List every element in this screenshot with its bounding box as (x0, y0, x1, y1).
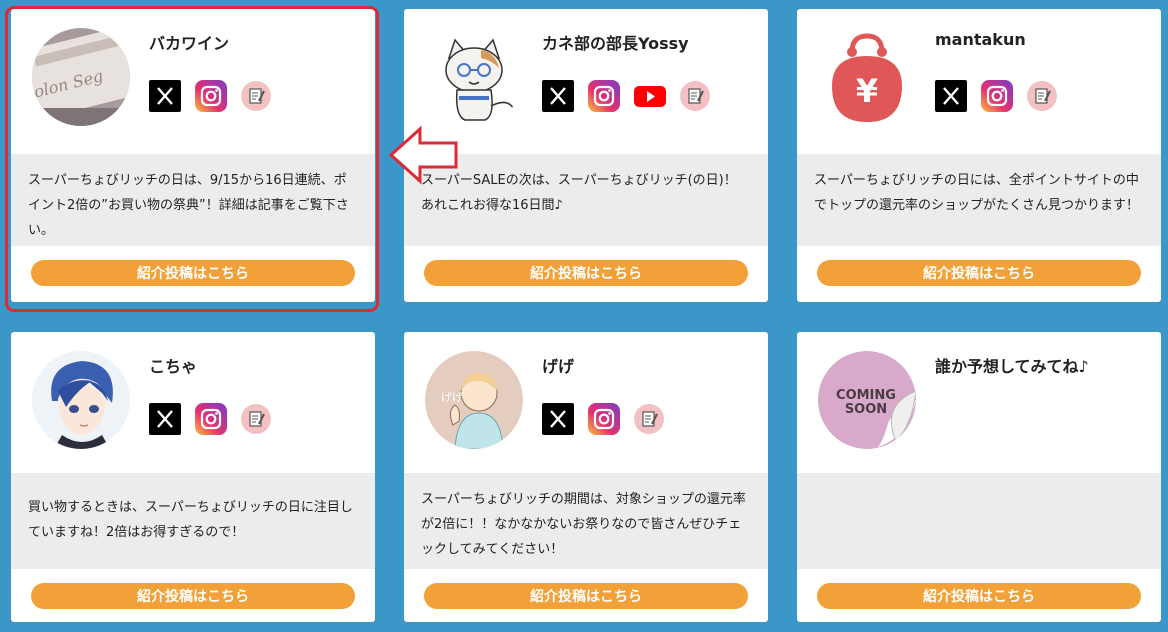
left-arrow-icon (388, 125, 458, 185)
avatar: olon Seg (32, 28, 130, 126)
profile-card-kocha: こちゃ 買い物するときは、スーパーちょびリッチの日に注目していますね！2倍はお得… (11, 332, 375, 622)
card-name: げげ (542, 357, 575, 376)
card-name: カネ部の部長Yossy (542, 34, 689, 53)
card-name: 誰か予想してみてね♪ (935, 357, 1089, 376)
x-icon[interactable] (149, 403, 181, 435)
youtube-icon[interactable] (634, 80, 666, 112)
card-description: スーパーちょびリッチの日は、9/15から16日連続、ポイント2倍の”お買い物の祭… (11, 154, 375, 246)
note-icon[interactable] (1027, 80, 1059, 112)
avatar-label-text: げげ (441, 391, 463, 404)
card-name: バカワイン (149, 34, 230, 53)
instagram-icon[interactable] (588, 403, 620, 435)
instagram-icon[interactable] (195, 80, 227, 112)
avatar: げげ (425, 351, 523, 449)
x-icon[interactable] (542, 80, 574, 112)
card-description: 買い物するときは、スーパーちょびリッチの日に注目していますね！2倍はお得すぎるの… (11, 473, 375, 569)
x-icon[interactable] (542, 403, 574, 435)
card-description-text: スーパーSALEの次は、スーパーちょびリッチ(の日)！ あれこれお得な16日間♪ (421, 173, 737, 213)
card-description (797, 473, 1161, 569)
yen-text: ¥ (856, 72, 878, 110)
intro-post-button[interactable]: 紹介投稿はこちら (31, 260, 355, 286)
note-icon[interactable] (634, 403, 666, 435)
card-name: mantakun (935, 30, 1026, 49)
soon-text: SOON (845, 402, 887, 417)
note-icon[interactable] (680, 80, 712, 112)
card-description: スーパーちょびリッチの期間は、対象ショップの還元率が2倍に！！なかなかないお祭り… (404, 473, 768, 569)
intro-post-button[interactable]: 紹介投稿はこちら (817, 583, 1141, 609)
intro-post-button[interactable]: 紹介投稿はこちら (817, 260, 1141, 286)
avatar: COMING SOON (818, 351, 916, 449)
profile-card-coming-soon: COMING SOON 誰か予想してみてね♪ 紹介投稿はこちら (797, 332, 1161, 622)
intro-post-button[interactable]: 紹介投稿はこちら (424, 583, 748, 609)
x-icon[interactable] (935, 80, 967, 112)
intro-post-button[interactable]: 紹介投稿はこちら (31, 583, 355, 609)
note-icon[interactable] (241, 80, 273, 112)
x-icon[interactable] (149, 80, 181, 112)
avatar: ¥ (818, 28, 916, 126)
profile-card-bakawine: olon Seg バカワイン スーパーちょびリッチの日は、9/15から16日連続… (11, 9, 375, 302)
instagram-icon[interactable] (981, 80, 1013, 112)
intro-post-button[interactable]: 紹介投稿はこちら (424, 260, 748, 286)
profile-card-mantakun: ¥ mantakun スーパーちょびリッチの日には、全ポイントサイトの中でトップ… (797, 9, 1161, 302)
coming-text: COMING (836, 388, 896, 403)
instagram-icon[interactable] (195, 403, 227, 435)
avatar (425, 28, 523, 126)
note-icon[interactable] (241, 403, 273, 435)
avatar (32, 351, 130, 449)
profile-card-gege: げげ げげ スーパーちょびリッチの期間は、対象ショップの還元率が2倍に！！なかな… (404, 332, 768, 622)
card-name: こちゃ (149, 357, 198, 376)
instagram-icon[interactable] (588, 80, 620, 112)
card-description: スーパーちょびリッチの日には、全ポイントサイトの中でトップの還元率のショップがた… (797, 154, 1161, 246)
